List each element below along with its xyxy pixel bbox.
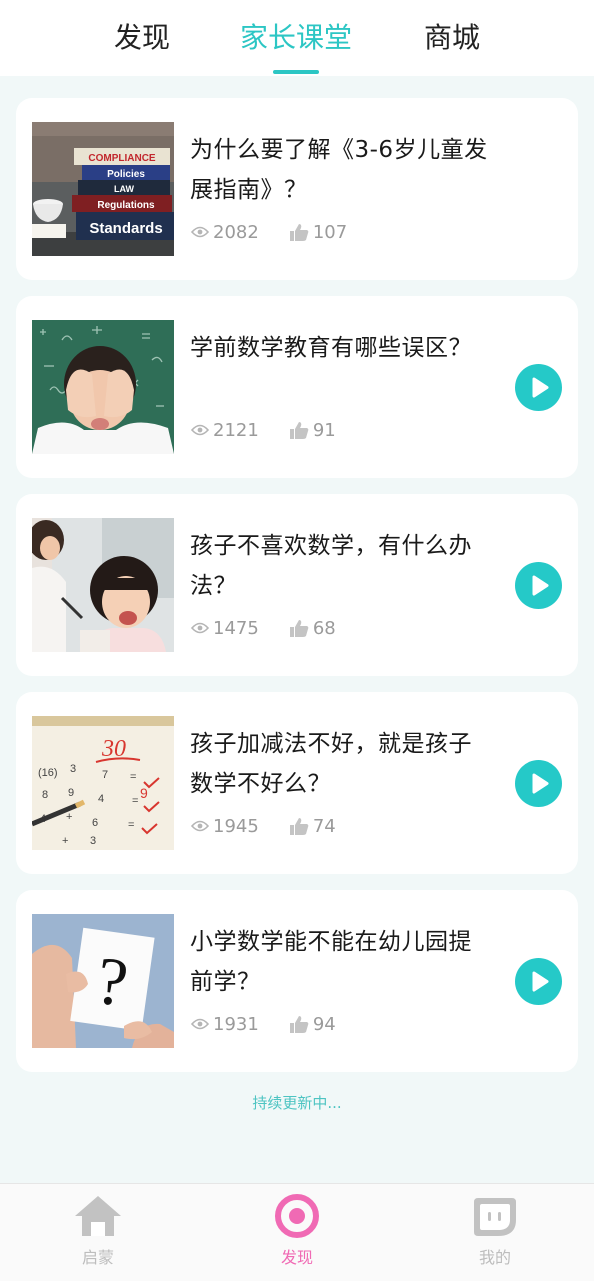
article-card[interactable]: COMPLIANCE Policies LAW Regulations Stan… bbox=[16, 98, 578, 280]
nav-label: 我的 bbox=[478, 1248, 511, 1267]
eye-icon bbox=[191, 622, 209, 634]
like-count-value: 94 bbox=[312, 1013, 336, 1035]
like-count-value: 91 bbox=[312, 419, 336, 441]
play-icon bbox=[532, 971, 549, 992]
eye-icon bbox=[191, 820, 209, 832]
view-count-value: 1475 bbox=[213, 617, 259, 639]
article-card[interactable]: 孩子不喜欢数学，有什么办法？ 1475 68 bbox=[16, 494, 578, 676]
like-count[interactable]: 68 bbox=[289, 618, 336, 639]
svg-text:3: 3 bbox=[70, 763, 76, 775]
bottom-nav: 启蒙 发现 我的 bbox=[0, 1183, 594, 1281]
like-count-value: 107 bbox=[312, 221, 348, 243]
view-count-value: 1931 bbox=[213, 1013, 259, 1035]
view-count: 2082 bbox=[191, 222, 259, 243]
view-count-value: 1945 bbox=[213, 815, 259, 837]
article-thumbnail: ? bbox=[32, 914, 174, 1048]
tab-mall[interactable]: 商城 bbox=[424, 18, 480, 58]
play-button[interactable] bbox=[515, 958, 562, 1005]
svg-text:9: 9 bbox=[68, 787, 74, 799]
view-count: 2121 bbox=[191, 420, 259, 441]
like-count-value: 68 bbox=[312, 617, 336, 639]
play-icon bbox=[532, 575, 549, 596]
article-card[interactable]: 30 (16)37= 894= 4+6= +3 9 孩子加减法不好，就是孩子数学… bbox=[16, 692, 578, 874]
like-count-value: 74 bbox=[312, 815, 336, 837]
article-title[interactable]: 学前数学教育有哪些误区？ bbox=[190, 328, 490, 368]
like-count[interactable]: 91 bbox=[289, 420, 336, 441]
play-button[interactable] bbox=[515, 562, 562, 609]
article-stats: 1945 74 bbox=[191, 814, 336, 838]
article-thumbnail bbox=[32, 320, 174, 454]
thumbs-up-icon bbox=[289, 421, 309, 439]
article-thumbnail: COMPLIANCE Policies LAW Regulations Stan… bbox=[32, 122, 174, 256]
book-label-law: LAW bbox=[114, 184, 135, 194]
article-title[interactable]: 为什么要了解《3-6岁儿童发展指南》？ bbox=[190, 130, 490, 210]
book-label-policies: Policies bbox=[107, 169, 145, 180]
like-count[interactable]: 107 bbox=[289, 222, 347, 243]
view-count: 1945 bbox=[191, 816, 259, 837]
nav-item-mine[interactable]: 我的 bbox=[445, 1194, 545, 1268]
nav-item-discover[interactable]: 发现 bbox=[247, 1194, 347, 1268]
svg-text:=: = bbox=[128, 819, 134, 831]
view-count-value: 2121 bbox=[213, 419, 259, 441]
play-icon bbox=[532, 377, 549, 398]
article-card[interactable]: ? 小学数学能不能在幼儿园提前学？ 1931 94 bbox=[16, 890, 578, 1072]
svg-text:9: 9 bbox=[140, 785, 148, 801]
like-count[interactable]: 74 bbox=[289, 816, 336, 837]
nav-label: 启蒙 bbox=[81, 1248, 114, 1267]
thumbs-up-icon bbox=[289, 223, 309, 241]
nav-label: 发现 bbox=[280, 1248, 313, 1267]
play-button[interactable] bbox=[515, 760, 562, 807]
article-card[interactable]: 学前数学教育有哪些误区？ 2121 91 bbox=[16, 296, 578, 478]
eye-icon bbox=[191, 424, 209, 436]
article-thumbnail: 30 (16)37= 894= 4+6= +3 9 bbox=[32, 716, 174, 850]
eye-icon bbox=[191, 1018, 209, 1030]
view-count-value: 2082 bbox=[213, 221, 259, 243]
thumbs-up-icon bbox=[289, 1015, 309, 1033]
article-title[interactable]: 小学数学能不能在幼儿园提前学？ bbox=[190, 922, 490, 1002]
svg-text:(16): (16) bbox=[38, 767, 58, 779]
svg-text:+: + bbox=[66, 811, 72, 823]
active-tab-indicator bbox=[273, 70, 319, 74]
view-count: 1475 bbox=[191, 618, 259, 639]
thumbs-up-icon bbox=[289, 619, 309, 637]
article-stats: 1931 94 bbox=[191, 1012, 336, 1036]
discover-ring-icon bbox=[275, 1194, 319, 1238]
svg-text:6: 6 bbox=[92, 817, 98, 829]
thumbs-up-icon bbox=[289, 817, 309, 835]
home-icon bbox=[75, 1196, 121, 1236]
view-count: 1931 bbox=[191, 1014, 259, 1035]
like-count[interactable]: 94 bbox=[289, 1014, 336, 1035]
book-label-standards: Standards bbox=[89, 220, 162, 237]
book-label-compliance: COMPLIANCE bbox=[88, 153, 156, 164]
article-thumbnail bbox=[32, 518, 174, 652]
play-icon bbox=[532, 773, 549, 794]
svg-text:+: + bbox=[62, 835, 68, 847]
svg-text:=: = bbox=[132, 795, 138, 807]
svg-text:3: 3 bbox=[90, 835, 96, 847]
article-stats: 1475 68 bbox=[191, 616, 336, 640]
top-tab-bar: 发现 家长课堂 商城 bbox=[0, 0, 594, 76]
continuous-update-note: 持续更新中... bbox=[252, 1094, 342, 1112]
eye-icon bbox=[191, 226, 209, 238]
nav-item-enlighten[interactable]: 启蒙 bbox=[48, 1194, 148, 1268]
svg-text:=: = bbox=[130, 771, 136, 783]
tab-parent-class[interactable]: 家长课堂 bbox=[240, 18, 352, 58]
svg-text:8: 8 bbox=[42, 789, 48, 801]
profile-face-icon bbox=[474, 1198, 516, 1236]
book-label-regulations: Regulations bbox=[97, 200, 155, 211]
svg-text:7: 7 bbox=[102, 769, 108, 781]
play-button[interactable] bbox=[515, 364, 562, 411]
article-stats: 2121 91 bbox=[191, 418, 336, 442]
article-stats: 2082 107 bbox=[191, 220, 347, 244]
tab-discover[interactable]: 发现 bbox=[114, 18, 170, 58]
article-title[interactable]: 孩子不喜欢数学，有什么办法？ bbox=[190, 526, 490, 606]
article-title[interactable]: 孩子加减法不好，就是孩子数学不好么？ bbox=[190, 724, 490, 804]
svg-text:4: 4 bbox=[98, 793, 104, 805]
